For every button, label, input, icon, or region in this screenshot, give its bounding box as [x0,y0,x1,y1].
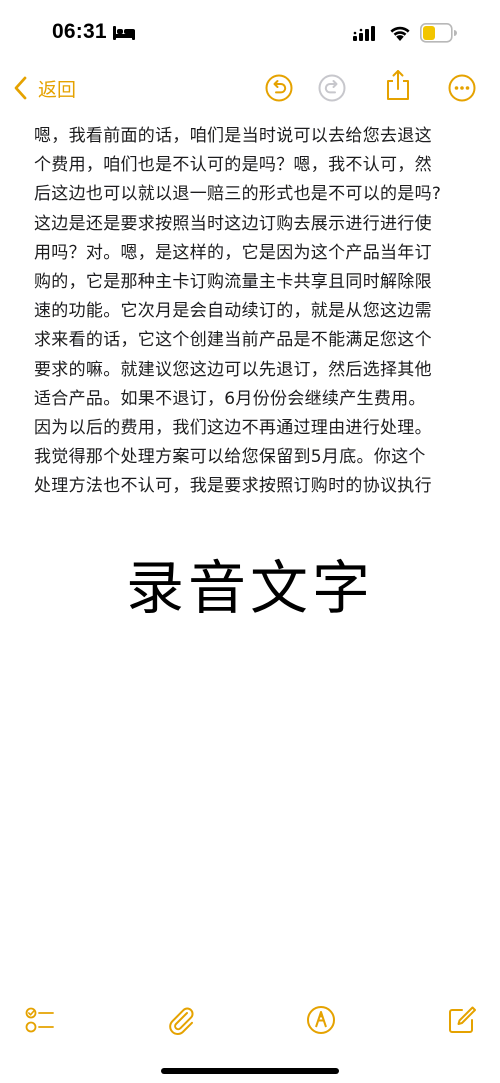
undo-button[interactable] [263,72,295,104]
note-line: 求来看的话，它这个创建当前产品是不能满足您这个 [34,330,432,351]
nav-toolbar: 返回 [0,66,500,112]
note-line: 因为以后的费用，我们这边不再通过理由进行处理。 [34,417,432,438]
note-line: 适合产品。如果不退订，6月份份会继续产生费用。 [34,388,426,409]
note-line: 速的功能。它次月是会自动续订的，就是从您这边需 [34,301,432,322]
note-line: 我觉得那个处理方案可以给您保留到5月底。你这个 [34,447,426,468]
note-line: 嗯，我看前面的话，咱们是当时说可以去给您去退这 [34,126,432,146]
redo-button[interactable] [316,72,348,104]
note-line: 用吗？对。嗯，是这样的，它是因为这个产品当年订 [34,242,432,263]
compose-button[interactable] [445,1003,479,1037]
share-button[interactable] [382,69,414,101]
bed-icon [113,26,135,40]
status-bar: 06:31 [0,0,500,66]
checklist-button[interactable] [23,1003,57,1037]
note-line: 要求的嘛。就建议您这边可以先退订，然后选择其他 [34,359,432,380]
paperclip-icon [169,1007,194,1035]
chevron-left-icon [14,76,27,100]
share-icon [387,70,409,100]
wifi-icon [390,26,410,41]
redo-icon [318,74,346,102]
status-time: 06:31 [52,20,107,43]
bottom-toolbar [0,1000,500,1040]
attach-button[interactable] [164,1003,198,1037]
back-label: 返回 [38,78,77,101]
compose-icon [449,1006,476,1033]
back-button[interactable]: 返回 [12,72,76,104]
undo-icon [265,74,293,102]
note-body[interactable]: 嗯，我看前面的话，咱们是当时说可以去给您去退这 个费用，咱们也是不认可的是吗？嗯… [34,122,466,501]
overlay-title: 录音文字 [125,554,374,622]
markup-button[interactable] [304,1003,338,1037]
cellular-signal-icon [353,26,375,41]
home-indicator [161,1068,339,1074]
note-line: 这边是还是要求按照当时这边订购去展示进行进行使 [34,213,432,234]
more-button[interactable] [446,72,478,104]
note-line: 购的，它是那种主卡订购流量主卡共享且同时解除限 [34,271,432,292]
note-line: 处理方法也不认可，我是要求按照订购时的协议执行 [34,476,432,497]
battery-low-power-icon [420,23,457,43]
checklist-icon [25,1007,54,1033]
note-line: 个费用，咱们也是不认可的是吗？嗯，我不认可，然 [34,155,432,176]
note-line: 后这边也可以就以退一赔三的形式也是不可以的是吗? [34,184,442,205]
ellipsis-circle-icon [448,74,476,102]
markup-pen-icon [307,1006,335,1034]
